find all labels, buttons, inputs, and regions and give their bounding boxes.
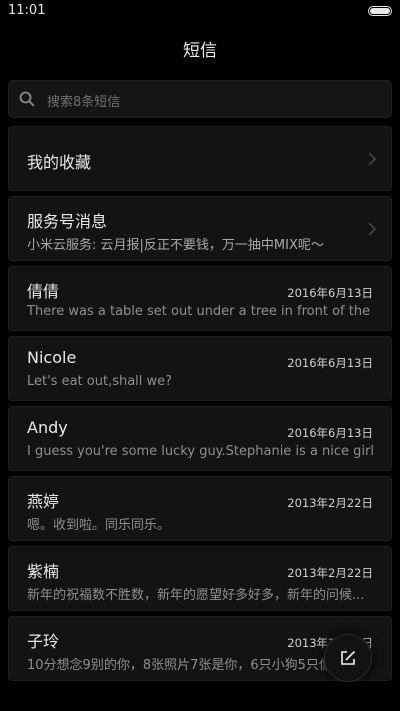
- battery-level: [370, 8, 390, 14]
- service-messages-preview: 小米云服务: 云月报|反正不要钱，万一抽中MIX呢～: [27, 238, 324, 253]
- search-icon: [19, 91, 35, 107]
- conversation-item[interactable]: Andy 2016年6月13日 I guess you're some luck…: [8, 406, 392, 471]
- compose-icon: [341, 651, 355, 665]
- chevron-right-icon: [368, 152, 377, 166]
- favorites-label: 我的收藏: [27, 153, 92, 172]
- page-title: 短信: [183, 41, 217, 61]
- sms-screen: 11:01 短信 搜索8条短信 我的收藏 服务号消息 小米云服务: 云月报|反正…: [0, 0, 400, 711]
- battery-icon: [368, 6, 392, 16]
- conversation-item[interactable]: 倩倩 2016年6月13日 There was a table set out …: [8, 266, 392, 331]
- search-input[interactable]: 搜索8条短信: [8, 80, 392, 118]
- message-date: 2016年6月13日: [287, 356, 373, 370]
- message-date: 2016年6月13日: [287, 286, 373, 300]
- contact-name: Andy: [27, 418, 68, 437]
- search-placeholder: 搜索8条短信: [47, 95, 121, 110]
- service-messages-item[interactable]: 服务号消息 小米云服务: 云月报|反正不要钱，万一抽中MIX呢～: [8, 196, 392, 261]
- conversation-item[interactable]: Nicole 2016年6月13日 Let's eat out,shall we…: [8, 336, 392, 401]
- contact-name: 燕婷: [27, 492, 60, 511]
- message-date: 2013年2月22日: [287, 566, 373, 580]
- contact-name: 倩倩: [27, 282, 60, 301]
- favorites-item[interactable]: 我的收藏: [8, 126, 392, 191]
- status-bar: 11:01: [0, 0, 400, 24]
- chevron-right-icon: [368, 222, 377, 236]
- message-date: 2013年2月22日: [287, 496, 373, 510]
- message-date: 2016年6月13日: [287, 426, 373, 440]
- contact-name: 紫楠: [27, 562, 60, 581]
- conversation-item[interactable]: 燕婷 2013年2月22日 嗯。收到啦。同乐同乐。: [8, 476, 392, 541]
- message-preview: There was a table set out under a tree i…: [27, 304, 375, 319]
- message-preview: 嗯。收到啦。同乐同乐。: [27, 518, 171, 533]
- compose-button[interactable]: [324, 634, 372, 682]
- conversation-item[interactable]: 紫楠 2013年2月22日 新年的祝福数不胜数，新年的愿望好多好多，新年的问候.…: [8, 546, 392, 611]
- service-messages-label: 服务号消息: [27, 212, 108, 231]
- message-preview: 10分想念9别的你，8张照片7张是你，6只小狗5只像你...: [27, 658, 358, 673]
- contact-name: 子玲: [27, 632, 60, 651]
- status-time: 11:01: [8, 3, 46, 18]
- message-preview: Let's eat out,shall we?: [27, 374, 173, 389]
- message-preview: 新年的祝福数不胜数，新年的愿望好多好多，新年的问候...: [27, 588, 365, 603]
- contact-name: Nicole: [27, 348, 77, 367]
- message-preview: I guess you're some lucky guy.Stephanie …: [27, 444, 375, 459]
